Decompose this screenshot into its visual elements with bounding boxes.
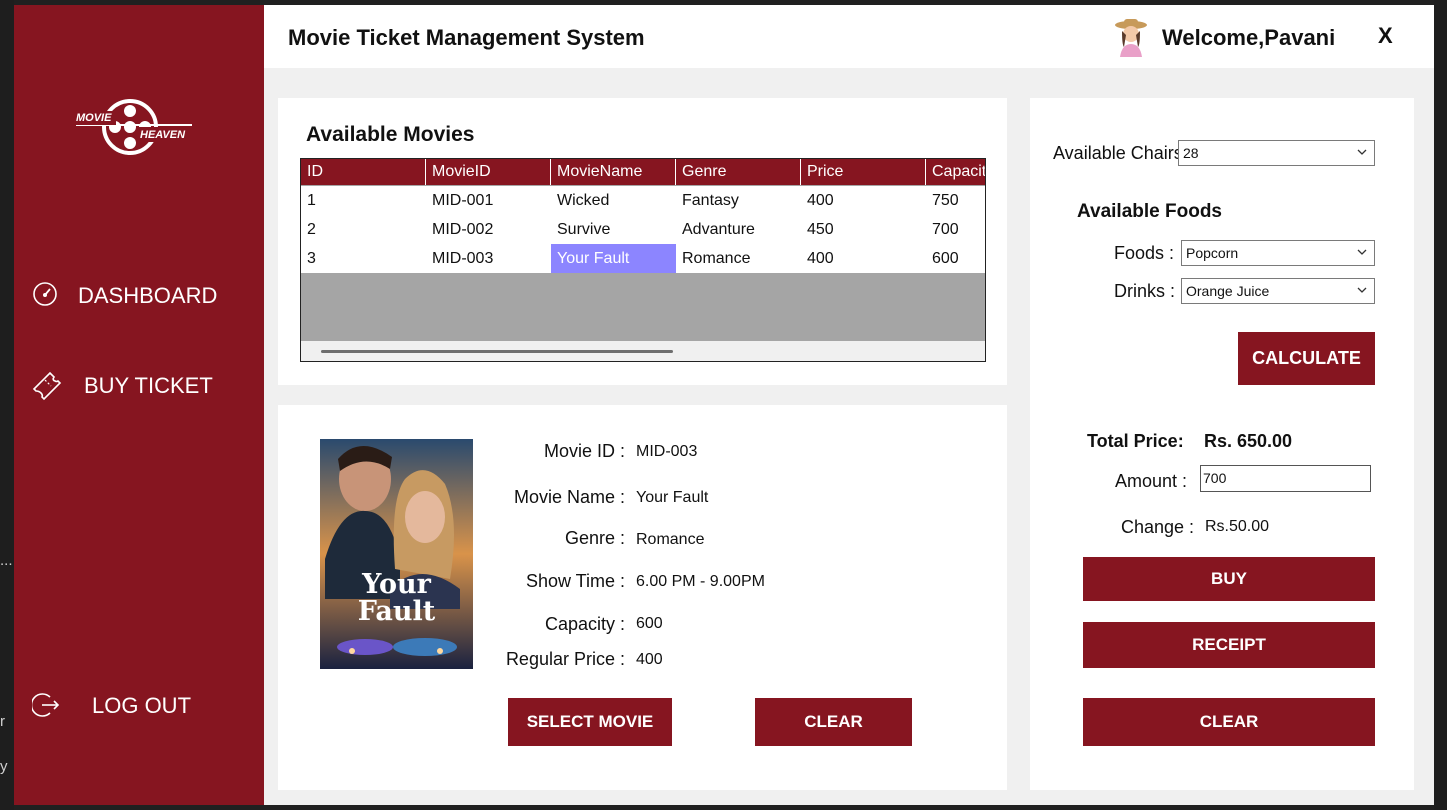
table-cell[interactable]: Fantasy [676,186,801,215]
total-price-label: Total Price: [1087,431,1184,451]
table-row[interactable]: 2 MID-002 Survive Advanture 450 700 [301,215,985,244]
receipt-button[interactable]: RECEIPT [1083,622,1375,668]
select-movie-button[interactable]: SELECT MOVIE [508,698,672,746]
table-cell[interactable]: 700 [926,215,985,244]
desktop-glyph: ... [0,552,13,569]
movie-details-panel: Your Fault Movie ID : MID-003 Movie Name… [278,405,1007,790]
movie-heaven-logo: MOVIE HEAVEN [72,95,197,160]
table-cell[interactable]: Survive [551,215,676,244]
chairs-select[interactable]: 28 [1178,140,1375,166]
sidebar-item-logout[interactable]: LOG OUT [14,679,264,729]
foods-label: Foods : [1114,243,1175,263]
table-cell[interactable]: 1 [301,186,426,215]
selected-table-cell[interactable]: Your Fault [551,244,676,273]
drinks-label: Drinks : [1114,281,1176,301]
available-movies-title: Available Movies [306,123,475,146]
movie-id-value: MID-003 [636,443,698,460]
calculate-button[interactable]: CALCULATE [1238,332,1375,385]
table-cell[interactable]: MID-002 [426,215,551,244]
table-cell[interactable]: 3 [301,244,426,273]
regular-price-label: Regular Price : [505,649,625,669]
sidebar-item-label: BUY TICKET [84,373,213,398]
sidebar-item-buy-ticket[interactable]: BUY TICKET [14,359,264,409]
column-header-genre[interactable]: Genre [676,159,801,185]
avatar [1115,19,1147,57]
clear-movie-button[interactable]: CLEAR [755,698,912,746]
drinks-select-value: Orange Juice [1186,283,1270,299]
table-cell[interactable]: 750 [926,186,985,215]
table-header: ID MovieID MovieName Genre Price Capacit… [301,159,985,185]
title-bar: Movie Ticket Management System Welcome,P… [264,5,1434,68]
welcome-text: Welcome,Pavani [1162,25,1336,50]
app-title: Movie Ticket Management System [288,25,645,50]
capacity-value: 600 [636,615,663,632]
column-header-id[interactable]: ID [301,159,426,185]
ticket-icon [32,371,62,401]
regular-price-value: 400 [636,651,663,668]
amount-input[interactable]: 700 [1200,465,1371,492]
logout-icon [32,693,60,717]
foods-select[interactable]: Popcorn [1181,240,1375,266]
table-row[interactable]: 3 MID-003 Your Fault Romance 400 600 [301,244,985,273]
capacity-label: Capacity : [544,614,625,634]
available-movies-panel: Available Movies ID MovieID MovieName Ge… [278,98,1007,385]
sidebar-item-dashboard[interactable]: DASHBOARD [14,269,264,319]
chevron-down-icon [1357,149,1367,155]
table-row[interactable]: 1 MID-001 Wicked Fantasy 400 750 [301,186,985,215]
dashboard-gauge-icon [33,282,57,306]
sidebar-item-label: DASHBOARD [78,283,218,308]
show-time-label: Show Time : [525,571,625,591]
buy-button[interactable]: BUY [1083,557,1375,601]
desktop-glyph: r [0,713,5,730]
logo-top-word: MOVIE [76,112,112,124]
column-header-capacity[interactable]: Capacity [926,159,985,185]
app-window: MOVIE HEAVEN DASHBOARD BUY TICKET LOG OU… [14,5,1434,805]
clear-order-button[interactable]: CLEAR [1083,698,1375,746]
chevron-down-icon [1357,249,1367,255]
available-chairs-label: Available Chairs [1053,143,1183,163]
logo-bottom-word: HEAVEN [140,129,186,141]
table-cell[interactable]: 400 [801,186,926,215]
genre-label: Genre : [564,528,625,548]
movie-id-label: Movie ID : [543,441,625,461]
movie-name-value: Your Fault [636,489,709,506]
amount-label: Amount : [1115,471,1188,491]
drinks-select[interactable]: Orange Juice [1181,278,1375,304]
desktop-right-strip [1434,0,1447,810]
table-cell[interactable]: Advanture [676,215,801,244]
horizontal-scrollbar[interactable] [301,341,985,361]
sidebar-item-label: LOG OUT [92,693,192,718]
column-header-price[interactable]: Price [801,159,926,185]
total-price-value: Rs. 650.00 [1204,431,1293,451]
scrollbar-thumb[interactable] [321,350,673,353]
desktop-glyph: y [0,758,8,775]
column-header-moviename[interactable]: MovieName [551,159,676,185]
close-button[interactable]: X [1378,23,1393,49]
foods-select-value: Popcorn [1186,245,1239,261]
column-header-movieid[interactable]: MovieID [426,159,551,185]
sidebar: MOVIE HEAVEN DASHBOARD BUY TICKET LOG OU… [14,5,264,805]
desktop-background-strip: ... r y [0,0,14,810]
table-cell[interactable]: 2 [301,215,426,244]
show-time-value: 6.00 PM - 9.00PM [636,573,765,590]
order-panel: Available Chairs 28 Available Foods Food… [1030,98,1414,790]
table-cell[interactable]: MID-001 [426,186,551,215]
genre-value: Romance [636,531,705,548]
table-cell[interactable]: Romance [676,244,801,273]
table-cell[interactable]: 400 [801,244,926,273]
chairs-select-value: 28 [1183,145,1199,161]
change-label: Change : [1121,517,1195,537]
change-value: Rs.50.00 [1205,518,1270,535]
available-foods-title: Available Foods [1077,201,1222,222]
movie-name-label: Movie Name : [513,487,625,507]
table-cell[interactable]: 450 [801,215,926,244]
movies-table[interactable]: ID MovieID MovieName Genre Price Capacit… [300,158,986,362]
chevron-down-icon [1357,287,1367,293]
table-cell[interactable]: MID-003 [426,244,551,273]
table-cell[interactable]: Wicked [551,186,676,215]
table-cell[interactable]: 600 [926,244,985,273]
film-reel-icon [74,99,196,155]
